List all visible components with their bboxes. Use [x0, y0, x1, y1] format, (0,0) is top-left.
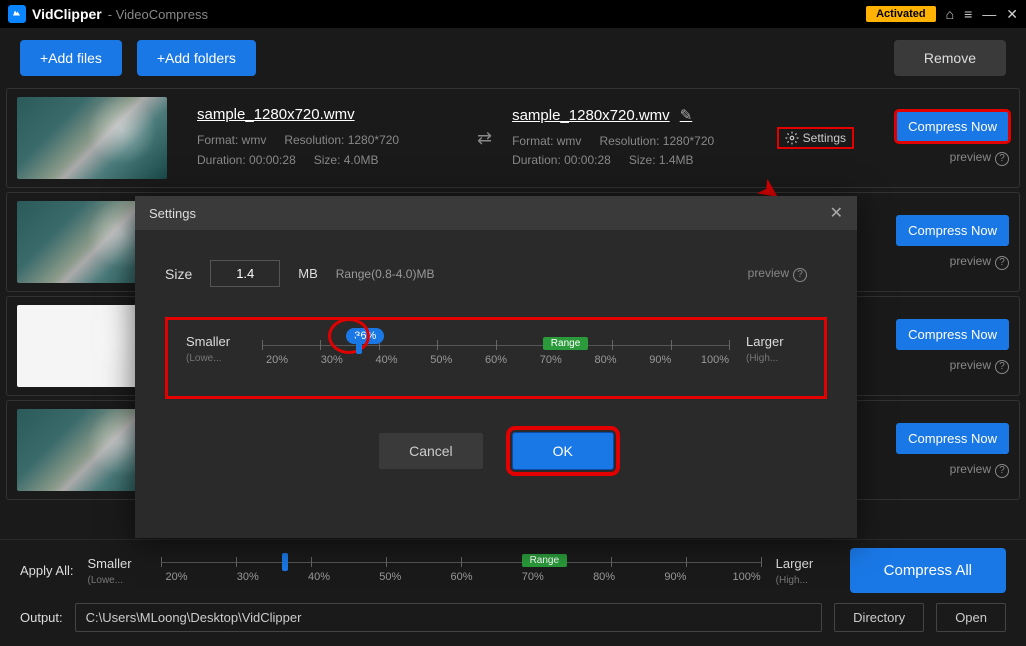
- compress-all-button[interactable]: Compress All: [850, 548, 1006, 593]
- size-label: Size: [165, 266, 192, 282]
- app-logo: [8, 5, 26, 23]
- close-icon[interactable]: ✕: [1006, 6, 1018, 23]
- preview-link[interactable]: preview?: [950, 358, 1009, 374]
- titlebar: VidClipper - VideoCompress Activated ⌂ ≡…: [0, 0, 1026, 28]
- preview-link[interactable]: preview?: [950, 254, 1009, 270]
- home-icon[interactable]: ⌂: [946, 6, 954, 22]
- add-folders-button[interactable]: +Add folders: [137, 40, 256, 76]
- slider-handle[interactable]: [356, 336, 362, 354]
- larger-label: Larger(High...: [776, 556, 836, 586]
- menu-icon[interactable]: ≡: [964, 6, 972, 22]
- modal-slider-ticks: 20%30%40%50%60%70%80%90%100%: [262, 354, 730, 366]
- compression-slider[interactable]: 36% Range 20%30%40%50%60%70%80%90%100%: [262, 334, 730, 374]
- output-label: Output:: [20, 610, 63, 625]
- bottom-bar: Apply All: Smaller(Lowe... Range 20%30%4…: [0, 539, 1026, 646]
- compress-now-button[interactable]: Compress Now: [896, 111, 1009, 142]
- slider-handle[interactable]: [282, 553, 288, 571]
- modal-preview-link[interactable]: preview?: [748, 266, 807, 282]
- activated-badge: Activated: [866, 6, 936, 22]
- modal-smaller-label: Smaller(Lowe...: [186, 334, 246, 364]
- modal-header: Settings ✕: [135, 196, 857, 230]
- compress-now-button[interactable]: Compress Now: [896, 319, 1009, 350]
- size-input[interactable]: [210, 260, 280, 287]
- settings-modal: Settings ✕ Size MB Range(0.8-4.0)MB prev…: [135, 196, 857, 538]
- thumbnail: [17, 97, 167, 179]
- toolbar: +Add files +Add folders Remove: [0, 28, 1026, 88]
- app-subtitle: - VideoCompress: [108, 7, 208, 22]
- smaller-label: Smaller(Lowe...: [87, 556, 147, 586]
- preview-link[interactable]: preview?: [950, 462, 1009, 478]
- app-name: VidClipper: [32, 6, 102, 22]
- source-meta: sample_1280x720.wmv Format: wmvResolutio…: [197, 106, 477, 169]
- size-unit: MB: [298, 266, 318, 281]
- range-badge: Range: [522, 554, 567, 567]
- add-files-button[interactable]: +Add files: [20, 40, 122, 76]
- range-badge: Range: [543, 337, 588, 350]
- slider-ticks: 20%30%40%50%60%70%80%90%100%: [161, 571, 761, 583]
- settings-button[interactable]: Settings: [777, 127, 854, 149]
- preview-link[interactable]: preview?: [950, 150, 1009, 166]
- compress-now-button[interactable]: Compress Now: [896, 423, 1009, 454]
- apply-all-label: Apply All:: [20, 563, 73, 578]
- modal-larger-label: Larger(High...: [746, 334, 806, 364]
- edit-icon[interactable]: ✎: [680, 107, 693, 124]
- swap-icon: ⇄: [477, 128, 492, 149]
- cancel-button[interactable]: Cancel: [379, 433, 483, 469]
- directory-button[interactable]: Directory: [834, 603, 924, 632]
- modal-title: Settings: [149, 206, 196, 221]
- modal-close-icon[interactable]: ✕: [830, 203, 843, 223]
- output-path[interactable]: C:\Users\MLoong\Desktop\VidClipper: [75, 603, 823, 632]
- apply-all-slider[interactable]: Range 20%30%40%50%60%70%80%90%100%: [161, 551, 761, 591]
- open-button[interactable]: Open: [936, 603, 1006, 632]
- gear-icon: [785, 131, 799, 145]
- help-icon: ?: [995, 152, 1009, 166]
- size-range: Range(0.8-4.0)MB: [336, 267, 435, 281]
- output-filename: sample_1280x720.wmv: [512, 107, 670, 124]
- modal-slider: Smaller(Lowe... 36% Range 20%30%40%50%60…: [165, 317, 827, 399]
- percent-badge: 36%: [346, 328, 384, 344]
- source-filename: sample_1280x720.wmv: [197, 106, 477, 123]
- minimize-icon[interactable]: —: [982, 6, 996, 22]
- file-row[interactable]: sample_1280x720.wmv Format: wmvResolutio…: [6, 88, 1020, 188]
- ok-button[interactable]: OK: [513, 433, 613, 469]
- remove-button[interactable]: Remove: [894, 40, 1006, 76]
- compress-now-button[interactable]: Compress Now: [896, 215, 1009, 246]
